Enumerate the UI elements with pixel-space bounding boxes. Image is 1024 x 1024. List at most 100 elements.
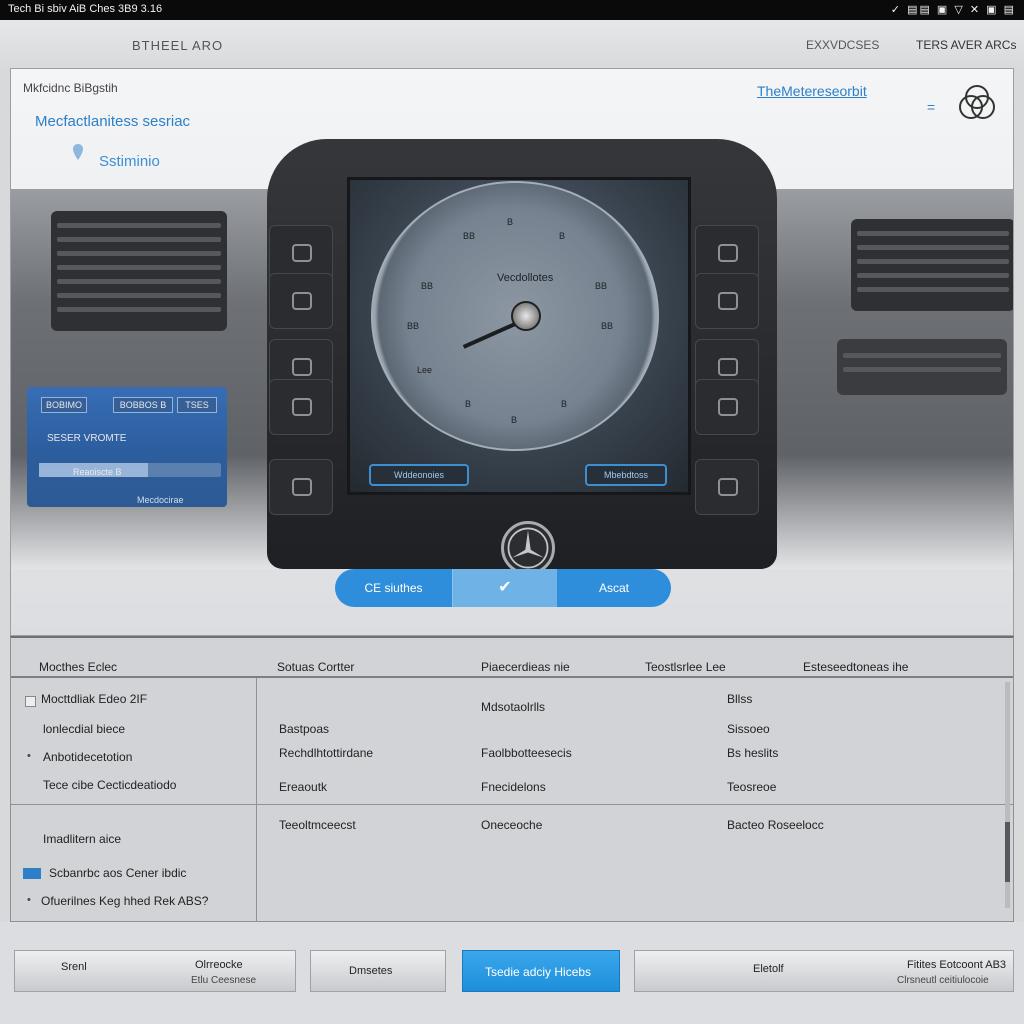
filter-item[interactable]: Anbotidecetotion <box>43 750 132 764</box>
data-table: Mocthes Eclec Sotuas Cortter Piaecerdiea… <box>10 636 1014 922</box>
table-cell: Faolbbotteesecis <box>481 746 572 760</box>
filter-item[interactable]: Imadlitern aice <box>43 832 121 846</box>
table-cell: Rechdlhtottirdane <box>279 746 374 760</box>
location-pin-icon <box>73 144 83 160</box>
segment-check[interactable]: ✔ <box>453 569 557 607</box>
info-line-2: Reaoiscte B <box>73 467 122 477</box>
filter-item[interactable]: Tece cibe Cecticdeatiodo <box>43 778 176 792</box>
info-tag-2[interactable]: BOBBOS B <box>113 397 173 413</box>
footer-button-1[interactable]: Srenl Olrreocke Etlu Ceesnese <box>14 950 296 992</box>
table-cell: Fnecidelons <box>481 780 546 794</box>
control-icon <box>292 398 312 416</box>
gauge-hub <box>511 301 541 331</box>
footer-button-4[interactable]: Eletolf Fitites Eotcoont AB3 Clrsneutl c… <box>634 950 1014 992</box>
control-icon <box>292 358 312 376</box>
app-brand[interactable]: BTHEEL ARO <box>132 38 223 53</box>
dial-mark: B <box>465 399 472 409</box>
column-header[interactable]: Piaecerdieas nie <box>481 660 570 674</box>
screen-left-button[interactable]: Wddeonoies <box>369 464 469 486</box>
system-titlebar: Tech Bi sbiv AiB Ches 3B9 3.16 ✓ ▤▤ ▣ ▽ … <box>0 0 1024 20</box>
footer-button-label: Tsedie adciy Hicebs <box>485 965 592 979</box>
table-cell: Bacteo Roseelocc <box>727 818 824 832</box>
filter-item[interactable]: Ofuerilnes Keg hhed Rek ABS? <box>41 894 208 908</box>
footer-button-label: Fitites Eotcoont AB3 <box>907 959 1007 971</box>
console-button-4[interactable] <box>269 379 333 435</box>
table-cell: Bs heslits <box>727 746 779 760</box>
segment-right[interactable]: Ascat <box>557 569 671 607</box>
console-button-7[interactable] <box>695 273 759 329</box>
circles-logo-icon[interactable] <box>955 83 999 123</box>
footer-button-sublabel: Etlu Ceesnese <box>191 975 257 986</box>
app-header: BTHEEL ARO EXXVDCSES TERS AVER ARCs <box>0 20 1024 68</box>
nav-link-1[interactable]: EXXVDCSES <box>806 38 879 52</box>
footer-bar: Srenl Olrreocke Etlu Ceesnese Dmsetes Ts… <box>0 922 1024 1024</box>
dial-mark: Lee <box>417 365 433 375</box>
table-cell: Sissoeo <box>727 722 770 736</box>
control-icon <box>718 292 738 310</box>
control-icon <box>718 398 738 416</box>
control-icon <box>718 478 738 496</box>
scrollbar-thumb[interactable] <box>1005 822 1010 882</box>
footer-primary-button[interactable]: Tsedie adciy Hicebs <box>462 950 620 992</box>
page-subtitle: Sstiminio <box>99 153 160 170</box>
window-title: Tech Bi sbiv AiB Ches 3B9 3.16 <box>8 3 163 15</box>
row-divider <box>11 804 1013 805</box>
segmented-control: CE siuthes ✔ Ascat <box>335 569 671 607</box>
control-icon <box>292 244 312 262</box>
page-headline: Mecfactlanitess sesriac <box>35 113 191 130</box>
footer-button-label: Eletolf <box>753 963 784 975</box>
brand-star-logo <box>501 521 555 575</box>
info-tag-1[interactable]: BOBIMO <box>41 397 87 413</box>
vehicle-panel: Mkfcidnc BiBgstih Mecfactlanitess sesria… <box>10 68 1014 636</box>
table-header: Mocthes Eclec Sotuas Cortter Piaecerdiea… <box>11 638 1013 678</box>
info-card[interactable]: BOBIMO BOBBOS B TSES SESER VROMTE Reaois… <box>27 387 227 507</box>
dial-mark: BB <box>421 281 434 291</box>
bullet-icon: • <box>27 750 31 762</box>
dial-mark: B <box>511 415 518 425</box>
table-cell: Mdsotaolrlls <box>481 700 546 714</box>
column-header[interactable]: Mocthes Eclec <box>39 660 117 674</box>
bullet-icon: • <box>27 894 31 906</box>
breadcrumb: Mkfcidnc BiBgstih <box>23 81 118 95</box>
footer-button-sublabel: Clrsneutl ceitiulocoie <box>897 975 989 986</box>
air-vent-left <box>51 211 227 331</box>
dial-mark: B <box>561 399 568 409</box>
console-button-9[interactable] <box>695 379 759 435</box>
table-cell: Bastpoas <box>279 722 330 736</box>
control-icon <box>718 358 738 376</box>
footer-button-label: Olrreocke <box>195 959 243 971</box>
column-header[interactable]: Esteseedtoneas ihe <box>803 660 908 674</box>
air-vent-right <box>851 219 1013 311</box>
filter-checkbox[interactable] <box>25 696 36 707</box>
screen-right-button[interactable]: Mbebdtoss <box>585 464 667 486</box>
info-line-3: Mecdocirae <box>137 495 184 505</box>
gauge-label: Vecdollotes <box>497 272 554 284</box>
left-filter-panel: Mocttdliak Edeo 2IF lonlecdial biece • A… <box>11 678 257 922</box>
table-cell: Teeoltmceecst <box>279 818 356 832</box>
control-icon <box>292 292 312 310</box>
column-header[interactable]: Sotuas Cortter <box>277 660 354 674</box>
dial-mark: BB <box>595 281 608 291</box>
nav-link-2[interactable]: TERS AVER ARCs <box>916 38 1016 52</box>
filter-item[interactable]: Scbanrbc aos Cener ibdic <box>49 866 186 880</box>
dial-mark: B <box>507 217 514 227</box>
control-icon <box>718 244 738 262</box>
dial-mark: BB <box>463 231 476 241</box>
console-button-5[interactable] <box>269 459 333 515</box>
dial-mark: B <box>559 231 566 241</box>
panel-link-title[interactable]: TheMetereseorbit <box>757 83 867 99</box>
filter-item[interactable]: Mocttdliak Edeo 2IF <box>41 692 147 706</box>
info-line-1: SESER VROMTE <box>47 433 127 444</box>
footer-button-label: Srenl <box>61 961 87 973</box>
menu-icon[interactable]: = <box>927 99 935 115</box>
footer-button-2[interactable]: Dmsetes <box>310 950 446 992</box>
segment-left[interactable]: CE siuthes <box>335 569 453 607</box>
selected-marker-icon <box>23 868 41 879</box>
info-tag-3[interactable]: TSES <box>177 397 217 413</box>
column-header[interactable]: Teostlsrlee Lee <box>645 660 726 674</box>
console-button-2[interactable] <box>269 273 333 329</box>
console-button-10[interactable] <box>695 459 759 515</box>
air-vent-lower <box>837 339 1007 395</box>
filter-item[interactable]: lonlecdial biece <box>43 722 125 736</box>
table-scrollbar[interactable] <box>1005 682 1010 908</box>
